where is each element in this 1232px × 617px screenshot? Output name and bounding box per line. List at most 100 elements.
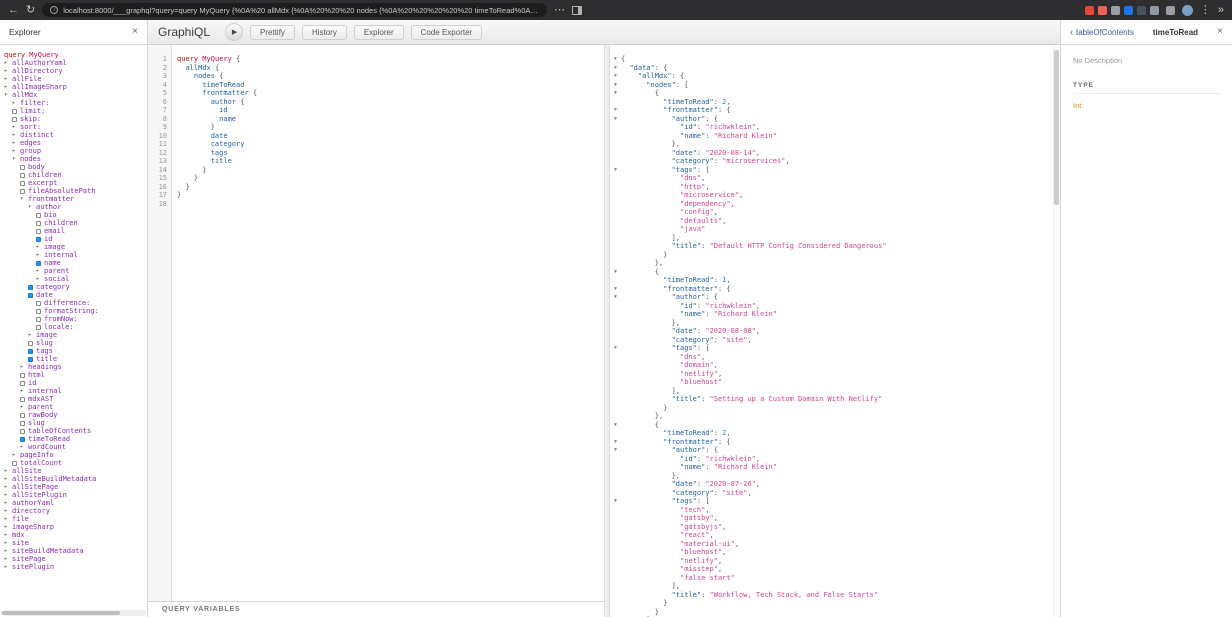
checkbox[interactable]	[20, 421, 25, 426]
explorer-item-wordCount[interactable]: ▸wordCount	[0, 443, 147, 451]
explorer-item-headings[interactable]: ▸headings	[0, 363, 147, 371]
caret-right-icon[interactable]: ▸	[12, 123, 20, 131]
caret-right-icon[interactable]: ▸	[4, 59, 12, 67]
explorer-item-internal[interactable]: ▸internal	[0, 387, 147, 395]
explorer-item-slug[interactable]: slug	[0, 339, 147, 347]
fold-arrow-icon[interactable]: ▾	[610, 344, 621, 353]
back-icon[interactable]: ←	[8, 5, 19, 16]
explorer-item-nodes[interactable]: ▾nodes	[0, 155, 147, 163]
explorer-item-allSite[interactable]: ▸allSite	[0, 467, 147, 475]
explorer-item-allSitePage[interactable]: ▸allSitePage	[0, 483, 147, 491]
extension-icon-4[interactable]	[1124, 6, 1133, 15]
fold-arrow-icon[interactable]: ▾	[610, 89, 621, 98]
checkbox[interactable]	[20, 397, 25, 402]
explorer-item-filter[interactable]: ▸filter:	[0, 99, 147, 107]
caret-right-icon[interactable]: ▸	[36, 243, 44, 251]
explorer-item-timeToRead[interactable]: timeToRead	[0, 435, 147, 443]
explorer-item-parent[interactable]: ▸parent	[0, 403, 147, 411]
extensions-puzzle-icon[interactable]	[1166, 6, 1175, 15]
checkbox[interactable]	[20, 413, 25, 418]
result-vertical-scrollbar[interactable]	[1053, 45, 1060, 617]
caret-right-icon[interactable]: ▸	[4, 563, 12, 571]
checkbox-checked[interactable]	[36, 237, 41, 242]
explorer-item-slug[interactable]: slug	[0, 419, 147, 427]
menu-icon[interactable]: ⋮	[1200, 5, 1211, 16]
explorer-item-tableOfContents[interactable]: tableOfContents	[0, 427, 147, 435]
explorer-item-directory[interactable]: ▸directory	[0, 507, 147, 515]
caret-right-icon[interactable]: ▸	[12, 147, 20, 155]
code-exporter-button[interactable]: Code Exporter	[411, 25, 483, 40]
sidebar-toggle-icon[interactable]	[572, 6, 582, 15]
caret-right-icon[interactable]: ▸	[36, 251, 44, 259]
explorer-item-skip[interactable]: skip:	[0, 115, 147, 123]
caret-right-icon[interactable]: ▸	[4, 499, 12, 507]
fold-arrow-icon[interactable]: ▾	[610, 55, 621, 64]
explorer-item-sitePlugin[interactable]: ▸sitePlugin	[0, 563, 147, 571]
caret-right-icon[interactable]: ▸	[4, 75, 12, 83]
explorer-item-body[interactable]: body	[0, 163, 147, 171]
checkbox[interactable]	[20, 381, 25, 386]
explorer-item-html[interactable]: html	[0, 371, 147, 379]
caret-right-icon[interactable]: ▸	[36, 275, 44, 283]
explorer-item-distinct[interactable]: ▸distinct	[0, 131, 147, 139]
explorer-item-allImageSharp[interactable]: ▸allImageSharp	[0, 83, 147, 91]
caret-right-icon[interactable]: ▸	[20, 403, 28, 411]
explorer-toggle-button[interactable]: Explorer	[354, 25, 404, 40]
checkbox[interactable]	[36, 229, 41, 234]
caret-right-icon[interactable]: ▸	[4, 491, 12, 499]
execute-button[interactable]: ▶	[225, 23, 243, 41]
explorer-item-sitePage[interactable]: ▸sitePage	[0, 555, 147, 563]
query-editor[interactable]: query MyQuery { allMdx { nodes { timeToR…	[173, 45, 604, 601]
explorer-close-icon[interactable]: ×	[132, 27, 138, 37]
caret-right-icon[interactable]: ▸	[12, 451, 20, 459]
fold-arrow-icon[interactable]: ▾	[610, 268, 621, 277]
explorer-item-formatString[interactable]: formatString:	[0, 307, 147, 315]
explorer-item-children[interactable]: children	[0, 219, 147, 227]
checkbox[interactable]	[20, 189, 25, 194]
checkbox[interactable]	[12, 117, 17, 122]
chevrons-icon[interactable]: »	[1218, 5, 1224, 16]
fold-arrow-icon[interactable]: ▾	[610, 497, 621, 506]
explorer-item-authorYaml[interactable]: ▸authorYaml	[0, 499, 147, 507]
more-icon[interactable]: ⋯	[554, 5, 565, 16]
checkbox[interactable]	[12, 109, 17, 114]
checkbox-checked[interactable]	[28, 357, 33, 362]
reload-icon[interactable]: ↻	[26, 5, 35, 16]
explorer-item-parent[interactable]: ▸parent	[0, 267, 147, 275]
explorer-item-siteBuildMetadata[interactable]: ▸siteBuildMetadata	[0, 547, 147, 555]
checkbox[interactable]	[20, 181, 25, 186]
caret-right-icon[interactable]: ▸	[4, 467, 12, 475]
caret-right-icon[interactable]: ▸	[12, 139, 20, 147]
checkbox-checked[interactable]	[20, 437, 25, 442]
explorer-item-edges[interactable]: ▸edges	[0, 139, 147, 147]
caret-right-icon[interactable]: ▸	[36, 267, 44, 275]
prettify-button[interactable]: Prettify	[250, 25, 295, 40]
explorer-item-totalCount[interactable]: totalCount	[0, 459, 147, 467]
explorer-item-limit[interactable]: limit:	[0, 107, 147, 115]
checkbox[interactable]	[12, 461, 17, 466]
explorer-item-mdx[interactable]: ▸mdx	[0, 531, 147, 539]
caret-right-icon[interactable]: ▸	[4, 483, 12, 491]
profile-avatar[interactable]	[1182, 5, 1193, 16]
explorer-item-social[interactable]: ▸social	[0, 275, 147, 283]
extension-icon-3[interactable]	[1111, 6, 1120, 15]
explorer-item-date[interactable]: date	[0, 291, 147, 299]
caret-right-icon[interactable]: ▸	[4, 555, 12, 563]
caret-right-icon[interactable]: ▸	[4, 515, 12, 523]
explorer-item-fileAbsolutePath[interactable]: fileAbsolutePath	[0, 187, 147, 195]
checkbox[interactable]	[36, 309, 41, 314]
fold-arrow-icon[interactable]: ▾	[610, 421, 621, 430]
fold-arrow-icon[interactable]: ▾	[610, 81, 621, 90]
fold-arrow-icon[interactable]: ▾	[610, 446, 621, 455]
caret-right-icon[interactable]: ▸	[4, 539, 12, 547]
explorer-item-allFile[interactable]: ▸allFile	[0, 75, 147, 83]
checkbox[interactable]	[36, 221, 41, 226]
caret-right-icon[interactable]: ▸	[4, 475, 12, 483]
caret-right-icon[interactable]: ▸	[4, 67, 12, 75]
explorer-item-locale[interactable]: locale:	[0, 323, 147, 331]
fold-arrow-icon[interactable]: ▾	[610, 106, 621, 115]
explorer-item-internal[interactable]: ▸internal	[0, 251, 147, 259]
extension-icon-1[interactable]	[1085, 6, 1094, 15]
explorer-item-name[interactable]: name	[0, 259, 147, 267]
checkbox-checked[interactable]	[28, 293, 33, 298]
